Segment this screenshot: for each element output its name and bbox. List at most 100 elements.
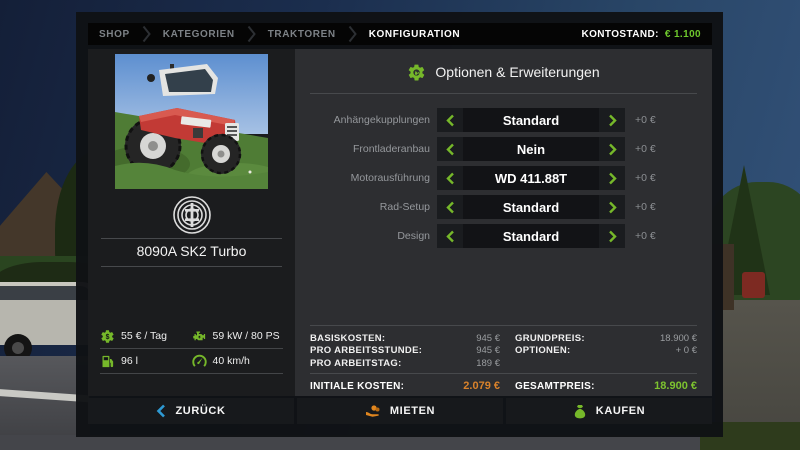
vehicle-stats: $ 55 € / Tag 59 kW / 80 PS 96 l	[100, 324, 283, 374]
vehicle-name: 8090A SK2 Turbo	[88, 243, 295, 259]
total-label: INITIALE KOSTEN:	[310, 381, 404, 392]
option-value: Standard	[463, 224, 599, 248]
price-row: OPTIONEN: + 0 €	[515, 345, 697, 358]
option-value: Nein	[463, 137, 599, 161]
rent-button[interactable]: MIETEN	[297, 398, 503, 424]
breadcrumb-separator-icon	[247, 25, 256, 43]
price-label: PRO ARBEITSSTUNDE:	[310, 345, 422, 356]
option-row-frontladeranbau: Frontladeranbau Nein +0 €	[295, 137, 712, 161]
option-next-button[interactable]	[599, 224, 625, 248]
price-label: OPTIONEN:	[515, 345, 570, 356]
chevron-left-icon	[156, 404, 166, 418]
options-title: Optionen & Erweiterungen	[435, 64, 599, 80]
initial-cost-total: INITIALE KOSTEN: 2.079 €	[310, 380, 500, 392]
stat-value: 59 kW / 80 PS	[213, 330, 280, 342]
gear-icon	[407, 63, 426, 82]
price-label: PRO ARBEITSTAG:	[310, 358, 402, 369]
option-prev-button[interactable]	[437, 195, 463, 219]
balance-label: KONTOSTAND:	[581, 29, 658, 40]
breadcrumb-konfiguration[interactable]: KONFIGURATION	[369, 29, 461, 40]
fuel-capacity-icon	[100, 354, 115, 369]
option-selector: Standard	[437, 108, 625, 132]
option-selector: Standard	[437, 224, 625, 248]
background-road	[0, 435, 700, 450]
price-value: 189 €	[476, 358, 500, 369]
price-value: 18.900 €	[660, 333, 697, 344]
options-panel: Optionen & Erweiterungen Anhängekupplung…	[295, 49, 712, 396]
option-prev-button[interactable]	[437, 224, 463, 248]
price-value: 945 €	[476, 345, 500, 356]
total-value: 2.079 €	[463, 380, 500, 392]
shop-configuration-dialog: SHOP KATEGORIEN TRAKTOREN KONFIGURATION …	[76, 12, 723, 437]
option-selector: Nein	[437, 137, 625, 161]
account-balance: KONTOSTAND: € 1.100	[581, 29, 701, 40]
breadcrumb-kategorien[interactable]: KATEGORIEN	[163, 29, 235, 40]
divider	[310, 373, 697, 374]
cost-summary-right: GRUNDPREIS: 18.900 € OPTIONEN: + 0 €	[515, 332, 697, 357]
max-speed-icon	[192, 354, 207, 369]
option-row-design: Design Standard +0 €	[295, 224, 712, 248]
stat-engine-power: 59 kW / 80 PS	[192, 329, 284, 344]
option-prev-button[interactable]	[437, 108, 463, 132]
price-label: BASISKOSTEN:	[310, 333, 385, 344]
option-value: WD 411.88T	[463, 166, 599, 190]
option-prev-button[interactable]	[437, 137, 463, 161]
price-value: 945 €	[476, 333, 500, 344]
breadcrumb-separator-icon	[142, 25, 151, 43]
background-barrel	[742, 272, 765, 298]
option-prev-button[interactable]	[437, 166, 463, 190]
breadcrumb-traktoren[interactable]: TRAKTOREN	[268, 29, 336, 40]
divider	[310, 325, 697, 326]
total-value: 18.900 €	[654, 380, 697, 392]
option-next-button[interactable]	[599, 108, 625, 132]
hand-coins-icon	[365, 404, 381, 419]
option-rows: Anhängekupplungen Standard +0 € Frontlad…	[295, 108, 712, 253]
stat-fuel-capacity: 96 l	[100, 354, 192, 369]
option-next-button[interactable]	[599, 137, 625, 161]
option-label: Anhängekupplungen	[295, 114, 437, 126]
stat-max-speed: 40 km/h	[192, 354, 284, 369]
option-label: Rad-Setup	[295, 201, 437, 213]
total-label: GESAMTPREIS:	[515, 381, 595, 392]
grand-total: GESAMTPREIS: 18.900 €	[515, 380, 697, 392]
vehicle-preview-image	[115, 54, 268, 189]
buy-button[interactable]: KAUFEN	[506, 398, 712, 424]
option-label: Frontladeranbau	[295, 143, 437, 155]
breadcrumb-shop[interactable]: SHOP	[99, 29, 130, 40]
money-bag-icon	[573, 404, 587, 419]
cost-summary-left: BASISKOSTEN: 945 € PRO ARBEITSSTUNDE: 94…	[310, 332, 500, 370]
divider	[101, 266, 282, 267]
option-label: Design	[295, 230, 437, 242]
options-header: Optionen & Erweiterungen	[295, 60, 712, 84]
option-price: +0 €	[635, 201, 656, 213]
divider	[310, 93, 697, 94]
option-price: +0 €	[635, 114, 656, 126]
breadcrumb: SHOP KATEGORIEN TRAKTOREN KONFIGURATION …	[88, 23, 712, 45]
option-next-button[interactable]	[599, 195, 625, 219]
option-price: +0 €	[635, 230, 656, 242]
option-selector: WD 411.88T	[437, 166, 625, 190]
option-value: Standard	[463, 195, 599, 219]
option-selector: Standard	[437, 195, 625, 219]
stat-daily-cost: $ 55 € / Tag	[100, 329, 192, 344]
option-next-button[interactable]	[599, 166, 625, 190]
price-row: BASISKOSTEN: 945 €	[310, 332, 500, 345]
vehicle-panel: 8090A SK2 Turbo $ 55 € / Tag 59 kW / 80 …	[88, 49, 295, 396]
price-row: PRO ARBEITSSTUNDE: 945 €	[310, 345, 500, 358]
stat-value: 55 € / Tag	[121, 330, 167, 342]
brand-logo	[172, 195, 212, 235]
rent-button-label: MIETEN	[390, 405, 435, 417]
option-price: +0 €	[635, 172, 656, 184]
stat-row: 96 l 40 km/h	[100, 349, 283, 374]
stat-row: $ 55 € / Tag 59 kW / 80 PS	[100, 324, 283, 349]
price-value: + 0 €	[676, 345, 697, 356]
stat-value: 96 l	[121, 355, 138, 367]
stat-value: 40 km/h	[213, 355, 250, 367]
back-button-label: ZURÜCK	[175, 405, 225, 417]
price-label: GRUNDPREIS:	[515, 333, 585, 344]
back-button[interactable]: ZURÜCK	[88, 398, 294, 424]
breadcrumb-separator-icon	[348, 25, 357, 43]
price-row: PRO ARBEITSTAG: 189 €	[310, 357, 500, 370]
engine-power-icon	[192, 329, 207, 344]
daily-cost-icon: $	[100, 329, 115, 344]
